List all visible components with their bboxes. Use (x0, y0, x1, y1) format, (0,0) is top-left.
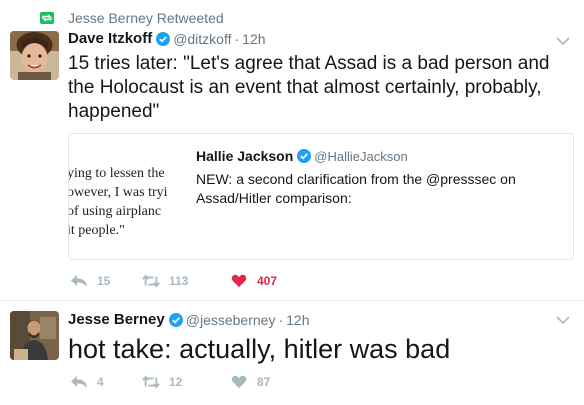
separator: · (278, 311, 284, 328)
like-button[interactable]: 87 (230, 375, 270, 389)
author-handle[interactable]: @jesseberney (186, 312, 276, 328)
avatar-dave-itzkoff[interactable] (10, 31, 59, 80)
avatar-jesse-berney[interactable] (10, 311, 59, 360)
like-count: 407 (257, 274, 278, 288)
retweet-banner-icon (40, 12, 54, 24)
tweet-actions: 4 12 87 (70, 375, 270, 389)
tweet-text: 15 tries later: "Let's agree that Assad … (68, 53, 550, 122)
retweet-count: 113 (169, 274, 189, 288)
author-handle[interactable]: @ditzkoff (173, 31, 231, 47)
reply-button[interactable]: 4 (70, 375, 142, 389)
retweet-count: 12 (169, 375, 183, 389)
quoted-tweet-header: Hallie Jackson @HallieJackson (196, 148, 408, 164)
quoted-tweet-image[interactable]: ying to lessen the owever, I was tryi of… (69, 134, 187, 259)
separator: · (234, 30, 240, 47)
retweet-banner-text[interactable]: Jesse Berney Retweeted (68, 10, 224, 26)
image-text-line: it people." (69, 223, 125, 238)
image-text-line: owever, I was tryi (69, 185, 168, 200)
retweet-button[interactable]: 12 (142, 375, 230, 389)
tweet-text: hot take: actually, hitler was bad (68, 334, 451, 364)
author-name[interactable]: Dave Itzkoff (68, 30, 152, 47)
timestamp[interactable]: 12h (286, 312, 309, 328)
retweet-banner: Jesse Berney Retweeted (40, 9, 224, 27)
timestamp[interactable]: 12h (242, 31, 265, 47)
tweet-jesse-berney[interactable]: Jesse Berney @jesseberney · 12h hot take… (0, 301, 584, 405)
tweet-header: Jesse Berney @jesseberney · 12h (68, 311, 309, 328)
tweet-actions: 15 113 407 (70, 274, 277, 288)
retweet-icon (142, 375, 160, 389)
retweet-button[interactable]: 113 (142, 274, 230, 288)
quoted-author-name[interactable]: Hallie Jackson (196, 148, 293, 164)
reply-button[interactable]: 15 (70, 274, 142, 288)
like-button[interactable]: 407 (230, 274, 277, 288)
retweet-icon (142, 274, 160, 288)
reply-icon (70, 274, 88, 288)
reply-count: 15 (97, 274, 111, 288)
verified-badge-icon (168, 312, 183, 327)
tweet-header: Dave Itzkoff @ditzkoff · 12h (68, 30, 266, 47)
reply-icon (70, 375, 88, 389)
quoted-author-handle[interactable]: @HallieJackson (314, 149, 407, 164)
verified-badge-icon (297, 149, 312, 163)
image-text-line: of using airplanc (69, 204, 162, 219)
heart-icon (230, 274, 248, 288)
like-count: 87 (257, 375, 271, 389)
quoted-tweet[interactable]: ying to lessen the owever, I was tryi of… (68, 133, 574, 260)
author-name[interactable]: Jesse Berney (68, 311, 165, 328)
verified-badge-icon (156, 31, 171, 46)
reply-count: 4 (97, 375, 104, 389)
chevron-down-icon[interactable] (556, 36, 570, 46)
heart-icon (230, 375, 248, 389)
quoted-tweet-text: NEW: a second clarification from the @pr… (196, 171, 516, 206)
chevron-down-icon[interactable] (556, 315, 570, 325)
tweet-dave-itzkoff[interactable]: Jesse Berney Retweeted Dave Itzkoff @dit… (0, 0, 584, 300)
image-text-line: ying to lessen the (69, 166, 165, 181)
